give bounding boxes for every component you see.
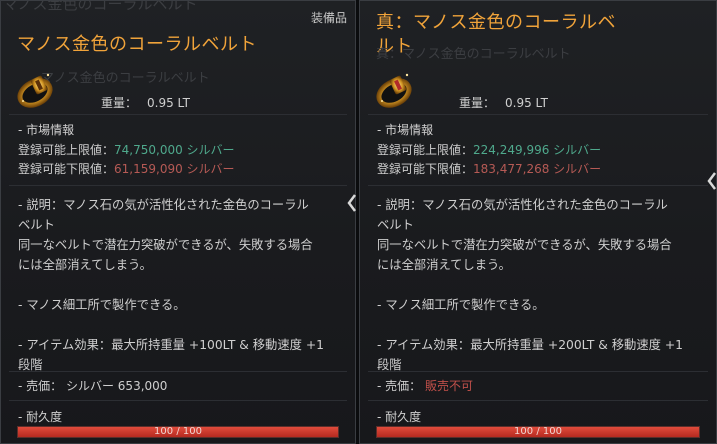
market-min-row: 登録可能下限値：61,159,090 シルバー bbox=[18, 160, 235, 177]
desc-line: ベルト bbox=[377, 218, 414, 232]
item-belt-icon bbox=[15, 67, 55, 108]
market-max-label: 登録可能上限値： bbox=[377, 143, 474, 157]
desc-line: - アイテム効果：最大所持重量 +100LT & 移動速度 +1 bbox=[18, 338, 324, 352]
item-description: - 説明：マノス石の気が活性化された金色のコーラル ベルト 同一なベルトで潜在力… bbox=[18, 195, 324, 375]
divider bbox=[368, 114, 708, 115]
market-max-row: 登録可能上限値：74,750,000 シルバー bbox=[18, 141, 235, 158]
desc-line: 段階 bbox=[18, 358, 43, 372]
desc-line: ベルト bbox=[18, 218, 55, 232]
market-min-row: 登録可能下限値：183,477,268 シルバー bbox=[377, 160, 601, 177]
desc-line: - アイテム効果：最大所持重量 +200LT & 移動速度 +1 bbox=[377, 338, 683, 352]
desc-line: - 説明：マノス石の気が活性化された金色のコーラル bbox=[377, 198, 668, 212]
desc-line bbox=[18, 275, 324, 295]
ghost-subtitle: 真：マノス金色のコーラルベルト bbox=[376, 47, 571, 62]
divider bbox=[9, 371, 347, 372]
item-tooltip-right: 真：マノス金色のコーラルベ ルト 真：マノス金色のコーラルベルト 重量： 0.95… bbox=[359, 0, 717, 444]
divider bbox=[9, 400, 347, 401]
divider bbox=[9, 185, 347, 186]
item-tooltip-left: マノス金色のコーラルベルト 装備品 マノス金色のコーラルベルト マノス金色のコー… bbox=[0, 0, 356, 444]
desc-line bbox=[377, 275, 683, 295]
desc-line: - 説明：マノス石の気が活性化された金色のコーラル bbox=[18, 198, 309, 212]
market-min-value: 61,159,090 シルバー bbox=[114, 162, 235, 176]
desc-line: 段階 bbox=[377, 358, 402, 372]
durability-bar: 100 / 100 bbox=[376, 426, 700, 438]
market-min-value: 183,477,268 シルバー bbox=[473, 162, 602, 176]
divider bbox=[9, 114, 347, 115]
weight-row: 重量： 0.95 LT bbox=[101, 94, 190, 111]
sell-price-label: - 売価： bbox=[18, 379, 63, 393]
market-min-label: 登録可能下限値： bbox=[18, 162, 115, 176]
market-max-row: 登録可能上限値：224,249,996 シルバー bbox=[377, 141, 601, 158]
desc-line bbox=[18, 315, 324, 335]
item-title-line-1: 真：マノス金色のコーラルベ bbox=[376, 12, 616, 33]
desc-line bbox=[377, 315, 683, 335]
ghost-title-text: マノス金色のコーラルベルト bbox=[3, 0, 198, 13]
compare-arrow-left-icon bbox=[347, 193, 357, 213]
market-max-value: 74,750,000 シルバー bbox=[114, 143, 235, 157]
desc-line: 同一なベルトで潜在力突破ができるが、失敗する場合 bbox=[377, 238, 672, 252]
item-belt-icon bbox=[374, 67, 414, 108]
weight-label: 重量： bbox=[101, 96, 138, 110]
weight-row: 重量： 0.95 LT bbox=[459, 94, 548, 111]
ghost-subtitle: マノス金色のコーラルベルト bbox=[41, 71, 210, 86]
market-max-label: 登録可能上限値： bbox=[18, 143, 115, 157]
weight-value: 0.95 LT bbox=[505, 96, 548, 110]
market-min-label: 登録可能下限値： bbox=[377, 162, 474, 176]
sell-price-row: - 売価： 販売不可 bbox=[377, 377, 473, 394]
sell-price-label: - 売価： bbox=[377, 379, 422, 393]
item-category: 装備品 bbox=[310, 11, 347, 25]
durability-label: - 耐久度 bbox=[18, 410, 63, 424]
market-info-header: - 市場情報 bbox=[18, 123, 75, 137]
item-description: - 説明：マノス石の気が活性化された金色のコーラル ベルト 同一なベルトで潜在力… bbox=[377, 195, 683, 375]
compare-arrow-right-icon bbox=[707, 171, 717, 191]
desc-line: - マノス細工所で製作できる。 bbox=[18, 298, 186, 312]
desc-line: 同一なベルトで潜在力突破ができるが、失敗する場合 bbox=[18, 238, 313, 252]
desc-line: には全部消えてしまう。 bbox=[18, 258, 152, 272]
durability-bar: 100 / 100 bbox=[17, 426, 339, 438]
divider bbox=[368, 400, 708, 401]
market-info-header: - 市場情報 bbox=[377, 123, 434, 137]
durability-bar-text: 100 / 100 bbox=[514, 426, 562, 437]
weight-label: 重量： bbox=[459, 96, 496, 110]
market-max-value: 224,249,996 シルバー bbox=[473, 143, 602, 157]
item-title: マノス金色のコーラルベルト bbox=[17, 34, 257, 55]
desc-line: - マノス細工所で製作できる。 bbox=[377, 298, 545, 312]
sell-price-value: シルバー 653,000 bbox=[65, 379, 168, 393]
sell-price-row: - 売価： シルバー 653,000 bbox=[18, 377, 167, 394]
durability-label: - 耐久度 bbox=[377, 410, 422, 424]
divider bbox=[368, 371, 708, 372]
divider bbox=[368, 185, 708, 186]
durability-bar-text: 100 / 100 bbox=[154, 426, 202, 437]
sell-price-value: 販売不可 bbox=[424, 379, 473, 393]
desc-line: には全部消えてしまう。 bbox=[377, 258, 511, 272]
weight-value: 0.95 LT bbox=[147, 96, 190, 110]
